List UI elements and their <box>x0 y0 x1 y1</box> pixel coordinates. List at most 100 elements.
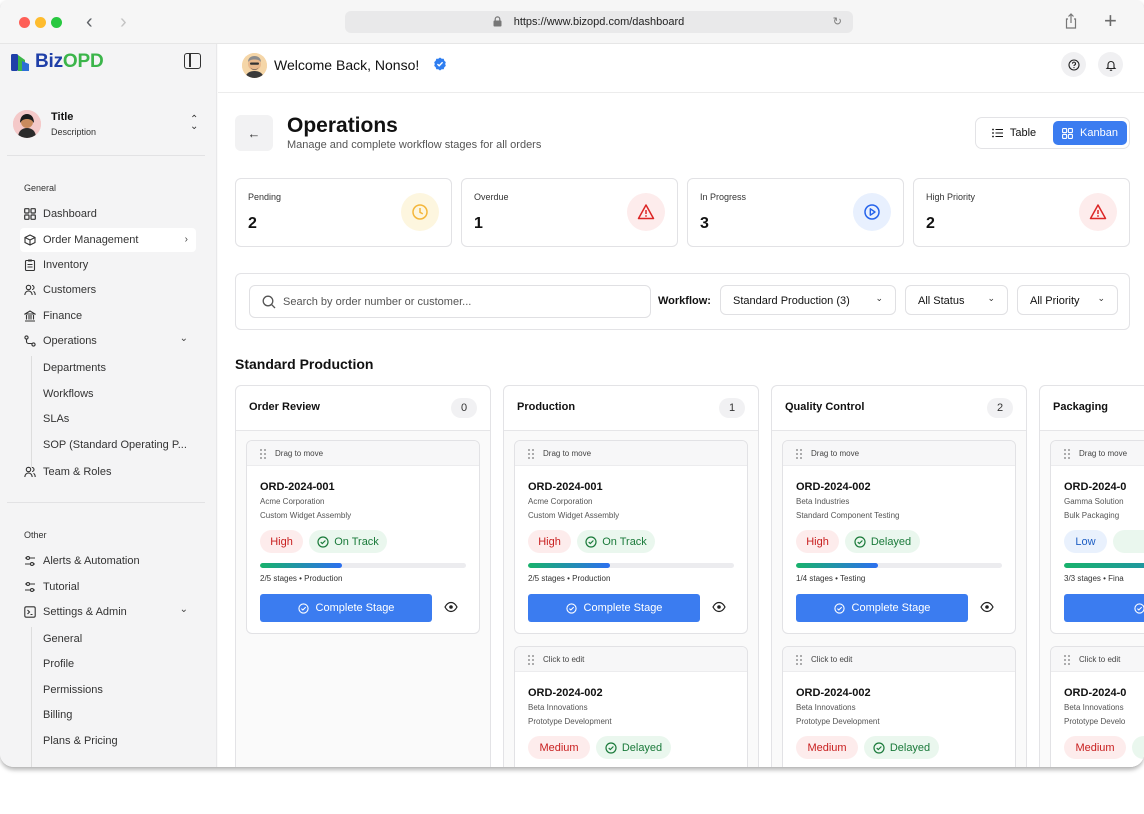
column-header: Packaging <box>1040 386 1144 431</box>
sidebar-subitem-plans-pricing[interactable]: Plans & Pricing <box>43 735 118 747</box>
sidebar-subitem-slas[interactable]: SLAs <box>43 413 69 425</box>
priority-select[interactable]: All Priority ⌄ <box>1017 285 1118 315</box>
sidebar-subitem-departments[interactable]: Departments <box>43 362 106 374</box>
bell-icon <box>1105 60 1116 71</box>
grip-icon <box>1064 449 1070 459</box>
sidebar-item-inventory[interactable]: Inventory <box>20 253 196 277</box>
sidebar-item-label: Operations <box>43 335 97 347</box>
sidebar-item-settings-admin[interactable]: Settings & Admin ⌄ <box>20 600 196 624</box>
order-id: ORD-2024-0 <box>1064 481 1127 493</box>
brand-name-main: Biz <box>35 51 63 72</box>
table-view-button[interactable]: Table <box>979 121 1049 145</box>
status-badge <box>1132 736 1144 759</box>
order-card[interactable]: Click to edit ORD-2024-002 Beta Innovati… <box>782 646 1016 767</box>
sidebar-subitem-sop[interactable]: SOP (Standard Operating P... <box>43 439 187 451</box>
grip-icon <box>528 449 534 459</box>
browser-window: ‹ › https://www.bizopd.com/dashboard ↻ +… <box>0 0 1144 768</box>
minimize-window-button[interactable] <box>35 17 46 28</box>
sidebar-subitem-workflows[interactable]: Workflows <box>43 388 94 400</box>
order-card[interactable]: Drag to move ORD-2024-002 Beta Industrie… <box>782 440 1016 634</box>
card-drag-handle[interactable]: Drag to move <box>783 441 1015 466</box>
complete-stage-button[interactable]: Co <box>1064 594 1144 622</box>
complete-stage-button[interactable]: Complete Stage <box>528 594 700 622</box>
sidebar-item-finance[interactable]: Finance <box>20 304 196 328</box>
customer-name: Gamma Solution <box>1064 497 1124 506</box>
sidebar-item-team-roles[interactable]: Team & Roles <box>20 460 196 484</box>
browser-forward-icon[interactable]: › <box>120 11 127 34</box>
column-count-badge: 1 <box>719 398 745 418</box>
card-drag-handle[interactable]: Drag to move <box>515 441 747 466</box>
card-handle-text: Drag to move <box>1079 449 1128 458</box>
check-circle-icon <box>297 602 309 614</box>
priority-badge: Medium <box>796 736 858 759</box>
brand-logo[interactable]: BizOPD <box>11 51 104 73</box>
notifications-button[interactable] <box>1098 52 1123 77</box>
top-bar: Welcome Back, Nonso! <box>218 44 1144 93</box>
sidebar-item-operations[interactable]: Operations ⌄ <box>20 329 196 353</box>
workflow-label: Workflow: <box>658 295 711 307</box>
eye-icon[interactable] <box>444 601 458 613</box>
browser-back-icon[interactable]: ‹ <box>86 11 93 34</box>
new-tab-icon[interactable]: + <box>1104 8 1117 34</box>
workflow-select[interactable]: Standard Production (3) ⌄ <box>720 285 896 315</box>
check-circle-icon <box>585 535 597 548</box>
stat-card-pending[interactable]: Pending 2 <box>235 178 452 247</box>
user-avatar[interactable] <box>242 53 267 78</box>
status-badge-text: On Track <box>602 535 647 548</box>
sidebar-subitem-general[interactable]: General <box>43 633 82 645</box>
sidebar-toggle-icon[interactable] <box>184 53 201 69</box>
sidebar-item-order-management[interactable]: Order Management › <box>20 228 196 252</box>
back-button[interactable]: ← <box>235 115 273 151</box>
card-drag-handle[interactable]: Click to edit <box>515 647 747 672</box>
stage-progress-fill <box>796 563 879 568</box>
brand-logo-mark <box>11 53 29 71</box>
card-drag-handle[interactable]: Drag to move <box>1051 441 1144 466</box>
order-card[interactable]: Drag to move ORD-2024-0 Gamma Solution B… <box>1050 440 1144 634</box>
stage-progress-fill <box>528 563 611 568</box>
order-card[interactable]: Drag to move ORD-2024-001 Acme Corporati… <box>246 440 480 634</box>
bank-icon <box>24 310 36 322</box>
section-label-general: General <box>24 183 57 193</box>
stage-info: 1/4 stages • Testing <box>796 574 866 583</box>
sidebar-item-tutorial[interactable]: Tutorial <box>20 575 196 599</box>
stat-card-in-progress[interactable]: In Progress 3 <box>687 178 904 247</box>
stat-card-overdue[interactable]: Overdue 1 <box>461 178 678 247</box>
order-card[interactable]: Click to edit ORD-2024-002 Beta Innovati… <box>514 646 748 767</box>
order-id: ORD-2024-001 <box>260 481 335 493</box>
card-handle-text: Drag to move <box>811 449 860 458</box>
status-select[interactable]: All Status ⌄ <box>905 285 1008 315</box>
close-window-button[interactable] <box>19 17 30 28</box>
eye-icon[interactable] <box>712 601 726 613</box>
stat-card-high-priority[interactable]: High Priority 2 <box>913 178 1130 247</box>
card-drag-handle[interactable]: Drag to move <box>247 441 479 466</box>
sidebar-item-alerts-automation[interactable]: Alerts & Automation <box>20 549 196 573</box>
maximize-window-button[interactable] <box>51 17 62 28</box>
sidebar-subitem-billing[interactable]: Billing <box>43 709 72 721</box>
sidebar-item-customers[interactable]: Customers <box>20 278 196 302</box>
order-card[interactable]: Click to edit ORD-2024-0 Beta Innovation… <box>1050 646 1144 767</box>
eye-icon[interactable] <box>980 601 994 613</box>
search-box[interactable] <box>249 285 651 318</box>
card-drag-handle[interactable]: Click to edit <box>783 647 1015 672</box>
browser-toolbar: ‹ › https://www.bizopd.com/dashboard ↻ + <box>0 0 1144 44</box>
status-badge: On Track <box>577 530 655 553</box>
chevron-up-down-icon: ⌃ ⌄ <box>190 114 199 132</box>
account-switcher[interactable]: Title Description ⌃ ⌄ <box>13 110 203 140</box>
complete-stage-button[interactable]: Complete Stage <box>796 594 968 622</box>
sidebar-item-dashboard[interactable]: Dashboard <box>20 202 196 226</box>
check-circle-icon <box>605 741 617 754</box>
card-drag-handle[interactable]: Click to edit <box>1051 647 1144 672</box>
chevron-down-icon: ⌄ <box>875 293 883 303</box>
search-input[interactable] <box>283 292 633 312</box>
reload-icon[interactable]: ↻ <box>833 15 842 28</box>
share-icon[interactable] <box>1064 13 1078 29</box>
address-bar[interactable]: https://www.bizopd.com/dashboard ↻ <box>345 11 853 33</box>
order-card[interactable]: Drag to move ORD-2024-001 Acme Corporati… <box>514 440 748 634</box>
list-icon <box>991 128 1003 138</box>
complete-stage-button[interactable]: Complete Stage <box>260 594 432 622</box>
kanban-view-button[interactable]: Kanban <box>1053 121 1127 145</box>
stage-progress-bar <box>1064 563 1144 568</box>
sidebar-subitem-permissions[interactable]: Permissions <box>43 684 103 696</box>
sidebar-subitem-profile[interactable]: Profile <box>43 658 74 670</box>
help-button[interactable] <box>1061 52 1086 77</box>
